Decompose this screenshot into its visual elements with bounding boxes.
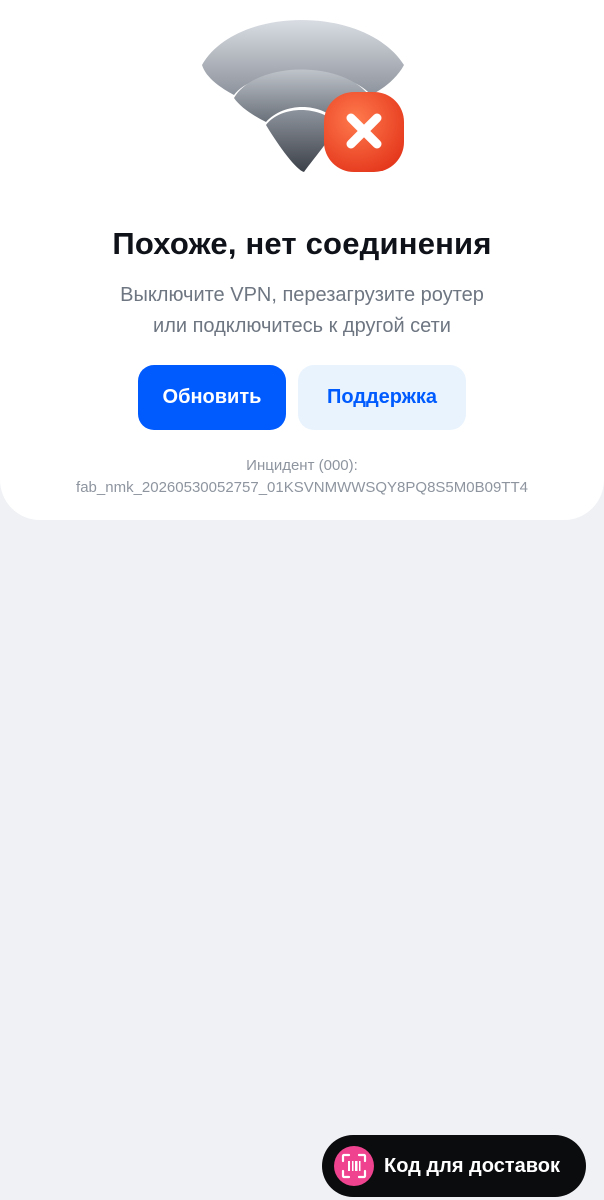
error-card: Похоже, нет соединения Выключите VPN, пе…: [0, 0, 604, 520]
delivery-code-button[interactable]: Код для доставок: [322, 1135, 586, 1197]
delivery-code-label: Код для доставок: [384, 1155, 560, 1177]
wifi-error-icon: [202, 20, 404, 172]
incident-label: Инцидент (000):: [246, 457, 358, 474]
subtitle-line-2: или подключитесь к другой сети: [153, 315, 451, 337]
support-button[interactable]: Поддержка: [298, 365, 466, 430]
barcode-scan-icon: [334, 1146, 374, 1186]
error-subtitle: Выключите VPN, перезагрузите роутер или …: [60, 280, 544, 342]
subtitle-line-1: Выключите VPN, перезагрузите роутер: [120, 284, 484, 306]
error-title: Похоже, нет соединения: [112, 226, 492, 261]
refresh-button[interactable]: Обновить: [138, 365, 286, 430]
incident-id: fab_nmk_20260530052757_01KSVNMWWSQY8PQ8S…: [76, 479, 528, 496]
screen: Похоже, нет соединения Выключите VPN, пе…: [0, 0, 604, 1200]
incident-info: Инцидент (000): fab_nmk_20260530052757_0…: [0, 455, 604, 499]
